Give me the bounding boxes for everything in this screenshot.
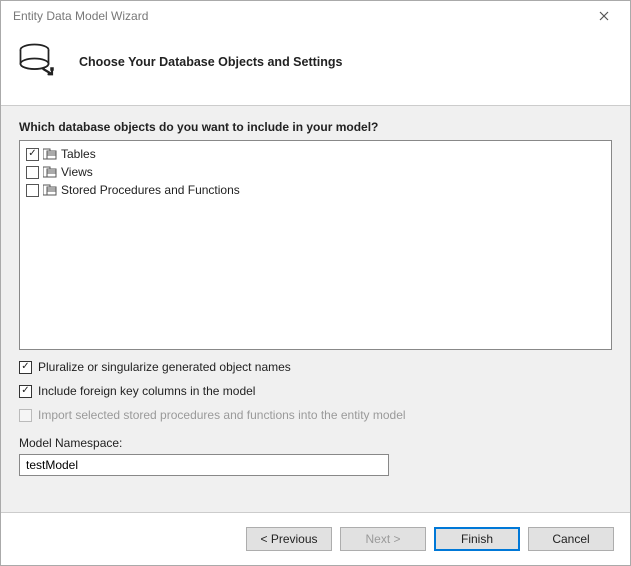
view-icon: [43, 166, 57, 178]
option-label: Pluralize or singularize generated objec…: [38, 360, 291, 374]
checkbox-views[interactable]: [26, 166, 39, 179]
finish-button[interactable]: Finish: [434, 527, 520, 551]
objects-tree[interactable]: Tables Views Stored Procedures and Funct…: [19, 140, 612, 350]
namespace-input[interactable]: [19, 454, 389, 476]
sproc-icon: [43, 184, 57, 196]
tree-label: Views: [61, 165, 93, 179]
cancel-button[interactable]: Cancel: [528, 527, 614, 551]
tree-item-sprocs[interactable]: Stored Procedures and Functions: [26, 181, 605, 199]
checkbox-sprocs[interactable]: [26, 184, 39, 197]
close-icon: [599, 11, 609, 21]
checkbox-import-sprocs: [19, 409, 32, 422]
checkbox-tables[interactable]: [26, 148, 39, 161]
prompt-label: Which database objects do you want to in…: [19, 120, 612, 134]
namespace-label: Model Namespace:: [19, 436, 612, 450]
option-import-sprocs: Import selected stored procedures and fu…: [19, 408, 612, 422]
wizard-footer: < Previous Next > Finish Cancel: [1, 513, 630, 565]
tree-item-views[interactable]: Views: [26, 163, 605, 181]
checkbox-foreign-keys[interactable]: [19, 385, 32, 398]
checkbox-pluralize[interactable]: [19, 361, 32, 374]
close-button[interactable]: [582, 2, 626, 30]
header-title: Choose Your Database Objects and Setting…: [79, 55, 343, 69]
option-label: Import selected stored procedures and fu…: [38, 408, 406, 422]
next-button: Next >: [340, 527, 426, 551]
tree-label: Stored Procedures and Functions: [61, 183, 240, 197]
option-label: Include foreign key columns in the model: [38, 384, 255, 398]
wizard-window: Entity Data Model Wizard Choose Your Dat…: [0, 0, 631, 566]
tree-item-tables[interactable]: Tables: [26, 145, 605, 163]
option-pluralize[interactable]: Pluralize or singularize generated objec…: [19, 360, 612, 374]
window-title: Entity Data Model Wizard: [13, 9, 148, 23]
previous-button[interactable]: < Previous: [246, 527, 332, 551]
tree-label: Tables: [61, 147, 96, 161]
wizard-content: Which database objects do you want to in…: [1, 105, 630, 513]
table-icon: [43, 148, 57, 160]
wizard-header: Choose Your Database Objects and Setting…: [1, 31, 630, 105]
titlebar: Entity Data Model Wizard: [1, 1, 630, 31]
option-foreign-keys[interactable]: Include foreign key columns in the model: [19, 384, 612, 398]
database-icon: [17, 41, 59, 83]
